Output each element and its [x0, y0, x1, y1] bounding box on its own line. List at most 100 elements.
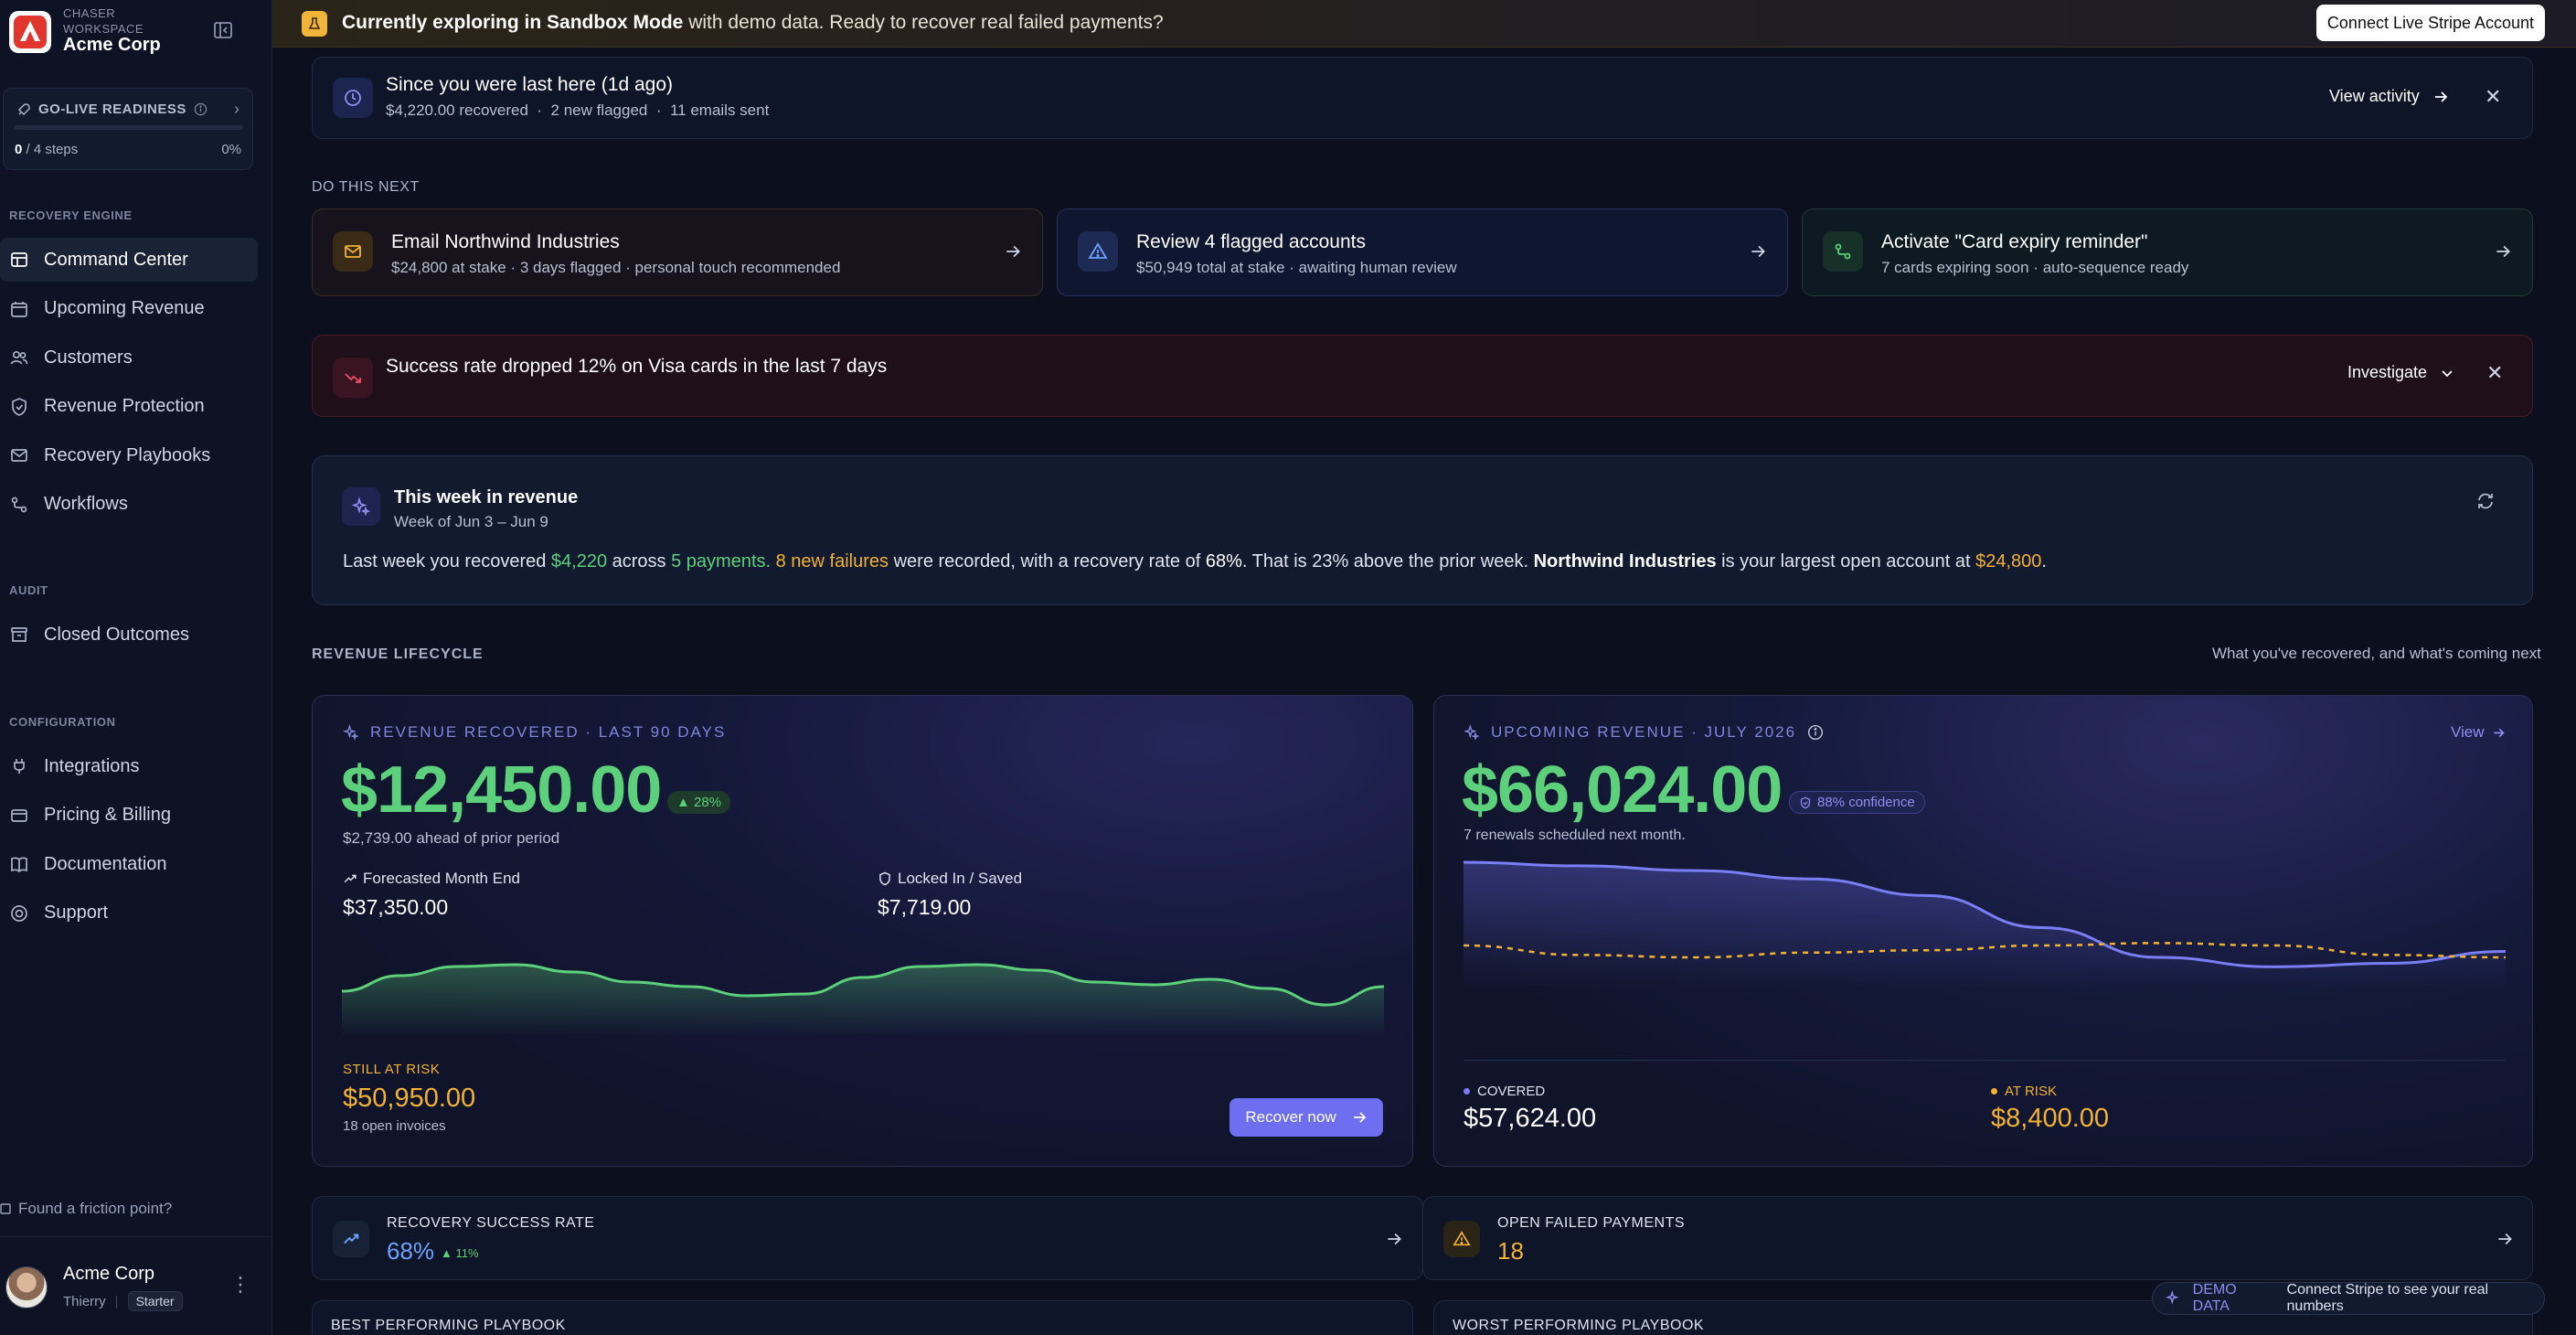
sidebar-item-label: Pricing & Billing	[44, 805, 171, 825]
plan-badge: Starter	[127, 1291, 183, 1311]
sidebar-item-label: Documentation	[44, 853, 167, 874]
sidebar-item-customers[interactable]: Customers	[0, 336, 258, 379]
view-activity-button[interactable]: View activity	[2329, 87, 2449, 106]
sidebar-item-workflows[interactable]: Workflows	[0, 483, 258, 527]
info-icon[interactable]	[1807, 724, 1824, 741]
revenue-lifecycle-label: REVENUE LIFECYCLE	[312, 646, 484, 662]
workspace-label: CHASER WORKSPACE	[63, 6, 144, 36]
clock-icon	[333, 78, 373, 118]
recovered-sparkline	[342, 963, 1384, 1036]
sandbox-banner: Currently exploring in Sandbox Mode with…	[272, 0, 2576, 48]
sidebar-item-support[interactable]: Support	[0, 892, 258, 935]
divider	[1464, 1060, 2506, 1061]
nav-section-recovery: RECOVERY ENGINE	[9, 208, 133, 222]
arrow-right-icon	[2434, 91, 2447, 102]
next-action-title: Activate "Card expiry reminder"	[1881, 231, 2148, 252]
next-action-title: Email Northwind Industries	[391, 231, 620, 252]
nav-section-configuration: CONFIGURATION	[9, 715, 116, 729]
upcoming-forecast-chart	[1464, 860, 2506, 988]
warning-icon	[1078, 231, 1118, 272]
since-summary: $4,220.00 recovered · 2 new flagged · 11…	[386, 101, 770, 119]
kpi-label: RECOVERY SUCCESS RATE	[387, 1215, 595, 1231]
confidence-badge: 88% confidence	[1789, 791, 1925, 814]
card-icon	[11, 808, 27, 822]
recovery-success-rate-card[interactable]: RECOVERY SUCCESS RATE 68% ▲ 11%	[312, 1196, 1423, 1280]
close-icon[interactable]: ✕	[2486, 361, 2503, 385]
upcoming-amount: $66,024.00	[1462, 753, 1783, 827]
weekly-title: This week in revenue	[394, 487, 579, 507]
sidebar-item-upcoming-revenue[interactable]: Upcoming Revenue	[0, 287, 258, 331]
workspace-name[interactable]: Acme Corp	[63, 35, 161, 56]
sparkles-icon	[342, 487, 380, 526]
open-invoices-count: 18 open invoices	[343, 1118, 446, 1134]
weekly-narrative: Last week you recovered $4,220 across 5 …	[343, 551, 2047, 571]
rocket-icon	[17, 102, 30, 115]
open-failed-payments-card[interactable]: OPEN FAILED PAYMENTS 18	[1422, 1196, 2533, 1280]
trending-up-icon	[344, 874, 357, 883]
investigate-button[interactable]: Investigate	[2347, 363, 2454, 382]
arrow-right-icon	[1006, 245, 1020, 258]
calendar-icon	[11, 301, 27, 317]
sidebar-item-revenue-protection[interactable]: Revenue Protection	[0, 385, 258, 429]
go-live-percent: 0%	[221, 142, 241, 157]
sidebar-item-label: Command Center	[44, 249, 188, 270]
recovered-growth-badge: ▲ 28%	[667, 791, 731, 814]
next-action-sub: 7 cards expiring soon · auto-sequence re…	[1881, 259, 2189, 276]
next-action-title: Review 4 flagged accounts	[1136, 231, 1366, 252]
recovered-amount: $12,450.00	[341, 753, 662, 827]
next-action-card[interactable]: Review 4 flagged accounts $50,949 total …	[1057, 208, 1788, 296]
connect-stripe-button[interactable]: Connect Live Stripe Account	[2316, 5, 2545, 41]
covered-area	[1464, 862, 2506, 988]
go-live-readiness-card[interactable]: GO-LIVE READINESS › 0 / 4 steps 0%	[3, 88, 253, 170]
forecast-value: $37,350.00	[343, 895, 449, 919]
sidebar: CHASER WORKSPACE Acme Corp GO-LIVE READI…	[0, 0, 272, 1335]
sidebar-item-recovery-playbooks[interactable]: Recovery Playbooks	[0, 433, 258, 477]
app-logo[interactable]	[9, 11, 51, 53]
close-icon[interactable]: ✕	[2485, 85, 2501, 109]
friction-feedback-link[interactable]: Found a friction point?	[0, 1200, 172, 1218]
view-upcoming-link[interactable]: View	[2451, 723, 2506, 742]
info-icon[interactable]	[194, 102, 208, 116]
forecast-label: Forecasted Month End	[343, 870, 520, 888]
kpi-value: 68%	[387, 1237, 435, 1265]
next-action-sub: $50,949 total at stake · awaiting human …	[1136, 259, 1457, 276]
user-meta: Thierry | Starter	[63, 1291, 183, 1311]
sidebar-item-label: Workflows	[44, 494, 128, 514]
next-action-card[interactable]: Email Northwind Industries $24,800 at st…	[312, 208, 1043, 296]
demo-data-pill[interactable]: DEMO DATA Connect Stripe to see your rea…	[2152, 1282, 2545, 1315]
next-action-sub: $24,800 at stake · 3 days flagged · pers…	[391, 259, 841, 276]
sidebar-item-integrations[interactable]: Integrations	[0, 744, 258, 788]
warning-icon	[1443, 1221, 1480, 1257]
alert-title: Success rate dropped 12% on Visa cards i…	[386, 356, 888, 377]
more-vertical-icon[interactable]: ⋮	[230, 1273, 250, 1297]
message-icon	[0, 1203, 11, 1214]
best-playbook-card[interactable]: BEST PERFORMING PLAYBOOK	[312, 1300, 1413, 1335]
sidebar-item-label: Closed Outcomes	[44, 624, 189, 645]
refresh-icon[interactable]	[2475, 491, 2496, 511]
sidebar-item-closed-outcomes[interactable]: Closed Outcomes	[0, 613, 258, 657]
recovered-ahead-text: $2,739.00 ahead of prior period	[343, 829, 560, 847]
go-live-steps: 0 / 4 steps	[15, 142, 79, 157]
next-action-card[interactable]: Activate "Card expiry reminder" 7 cards …	[1802, 208, 2533, 296]
at-risk-dot	[1991, 1088, 1997, 1095]
sidebar-item-command-center[interactable]: Command Center	[0, 238, 258, 282]
sidebar-item-label: Integrations	[44, 755, 140, 776]
avatar[interactable]	[5, 1266, 48, 1308]
success-rate-alert: Success rate dropped 12% on Visa cards i…	[312, 335, 2533, 417]
mail-icon	[333, 231, 373, 272]
locked-value: $7,719.00	[878, 895, 972, 919]
sidebar-item-pricing-billing[interactable]: Pricing & Billing	[0, 794, 258, 838]
kpi-delta: ▲ 11%	[441, 1246, 479, 1260]
demo-tag: DEMO DATA	[2192, 1282, 2237, 1314]
revenue-lifecycle-hint: What you've recovered, and what's coming…	[2212, 645, 2541, 662]
still-at-risk-value: $50,950.00	[343, 1084, 476, 1113]
weekly-range: Week of Jun 3 – Jun 9	[394, 513, 548, 530]
kpi-value: 18	[1497, 1237, 1524, 1265]
shield-check-icon	[1800, 796, 1811, 808]
sparkles-icon	[343, 724, 359, 741]
sidebar-collapse-icon[interactable]	[213, 20, 233, 40]
recover-now-button[interactable]: Recover now	[1229, 1098, 1383, 1137]
arrow-right-icon	[2496, 245, 2510, 258]
at-risk-legend: AT RISK	[1991, 1084, 2057, 1099]
sidebar-item-documentation[interactable]: Documentation	[0, 842, 258, 886]
